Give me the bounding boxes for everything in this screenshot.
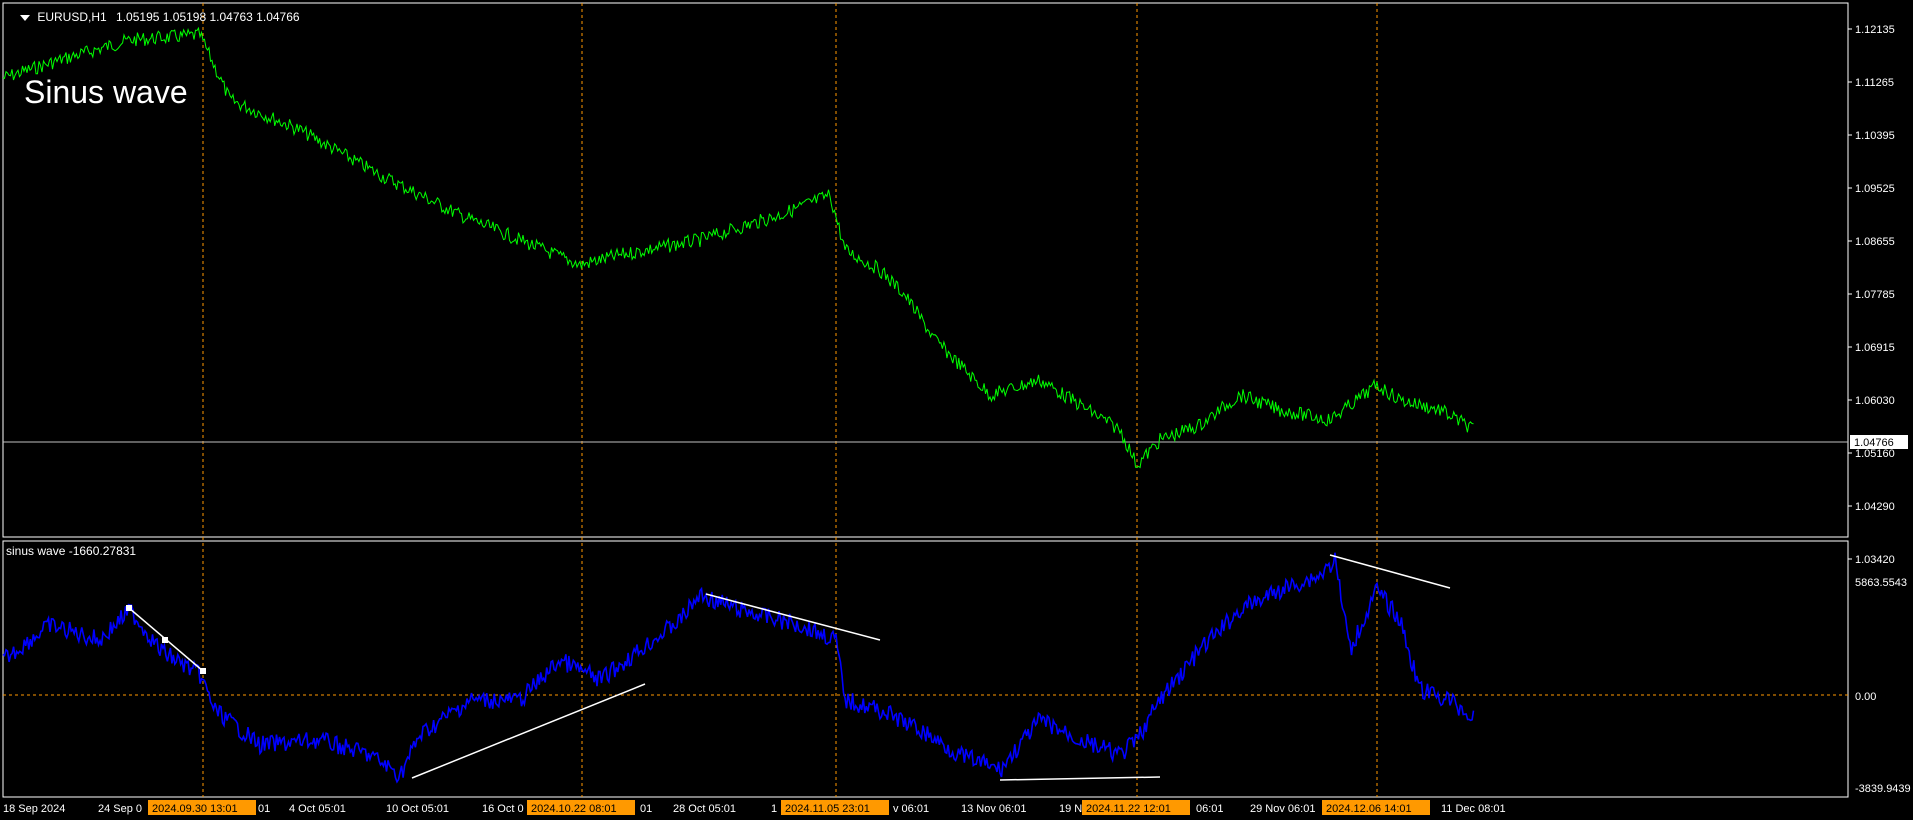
time-highlight-label: 2024.11.05 23:01 — [785, 803, 870, 815]
time-axis-label: 18 Sep 2024 — [3, 803, 65, 815]
trendline-3 — [999, 776, 1161, 781]
trendline-anchor-point — [162, 637, 168, 643]
time-axis-label: 19 N — [1059, 803, 1082, 815]
price-tick-label: 1.12135 — [1855, 24, 1895, 36]
indicator-pane-frame — [2, 540, 1849, 798]
time-axis-label: 24 Sep 0 — [98, 803, 142, 815]
time-axis-label: 29 Nov 06:01 — [1250, 803, 1315, 815]
time-axis-label: 1 — [771, 803, 777, 815]
time-highlight-label: 2024.12.06 14:01 — [1326, 803, 1412, 815]
trendline-2 — [705, 593, 881, 641]
price-tick-label: 1.10395 — [1855, 130, 1895, 142]
current-price-label: 1.04766 — [1854, 437, 1894, 449]
chart-canvas[interactable]: 1.12135 1.11265 1.10395 1.09525 1.08655 1.077… — [0, 0, 1913, 820]
indicator-tick-label: 0.00 — [1855, 691, 1876, 703]
time-axis-label: 4 Oct 05:01 — [289, 803, 346, 815]
time-axis-label: 28 Oct 05:01 — [673, 803, 736, 815]
price-tick-label: 1.08655 — [1855, 236, 1895, 248]
price-tick-label: 1.05160 — [1855, 448, 1895, 460]
time-axis-label: v 06:01 — [893, 803, 929, 815]
trendline-4 — [1329, 554, 1451, 589]
dropdown-triangle-icon[interactable] — [20, 14, 30, 21]
trendline-1 — [411, 683, 646, 779]
price-tick-label: 1.06915 — [1855, 342, 1895, 354]
indicator-line — [2, 552, 1475, 784]
time-axis-label-suffix: 01 — [258, 803, 270, 815]
time-axis-label: 10 Oct 05:01 — [386, 803, 449, 815]
time-axis-label: 13 Nov 06:01 — [961, 803, 1026, 815]
price-tick-label: 1.06030 — [1855, 395, 1895, 407]
price-tick-label: 1.11265 — [1855, 77, 1894, 89]
symbol-name: EURUSD,H1 — [37, 10, 107, 24]
sinus-wave-label: Sinus wave — [24, 74, 188, 110]
indicator-tick-label: 5863.5543 — [1855, 577, 1907, 589]
price-tick-label: 1.09525 — [1855, 183, 1895, 195]
time-axis-label: 16 Oct 0 — [482, 803, 524, 815]
time-highlight-label: 2024.11.22 12:01 — [1086, 803, 1171, 815]
time-highlight-label: 2024.09.30 13:01 — [152, 803, 238, 815]
time-axis-label: 11 Dec 08:01 — [1441, 803, 1506, 815]
time-highlight-label: 2024.10.22 08:01 — [531, 803, 617, 815]
indicator-tick-label: -3839.9439 — [1855, 783, 1911, 795]
ohlc-values: 1.05195 1.05198 1.04763 1.04766 — [116, 10, 300, 24]
price-line — [2, 26, 1474, 469]
trendline-anchor-point — [200, 668, 206, 674]
price-tick-label: 1.04290 — [1855, 501, 1895, 513]
trendline-anchor-point — [126, 605, 132, 611]
price-tick-label: 1.07785 — [1855, 289, 1895, 301]
time-axis-label-suffix: 01 — [640, 803, 652, 815]
indicator-title: sinus wave -1660.27831 — [6, 544, 137, 558]
time-axis-label: 06:01 — [1196, 803, 1224, 815]
price-tick-label: 1.03420 — [1855, 554, 1895, 566]
main-pane-frame — [2, 2, 1849, 538]
symbol-header: EURUSD,H1 1.05195 1.05198 1.04763 1.0476… — [20, 10, 300, 24]
